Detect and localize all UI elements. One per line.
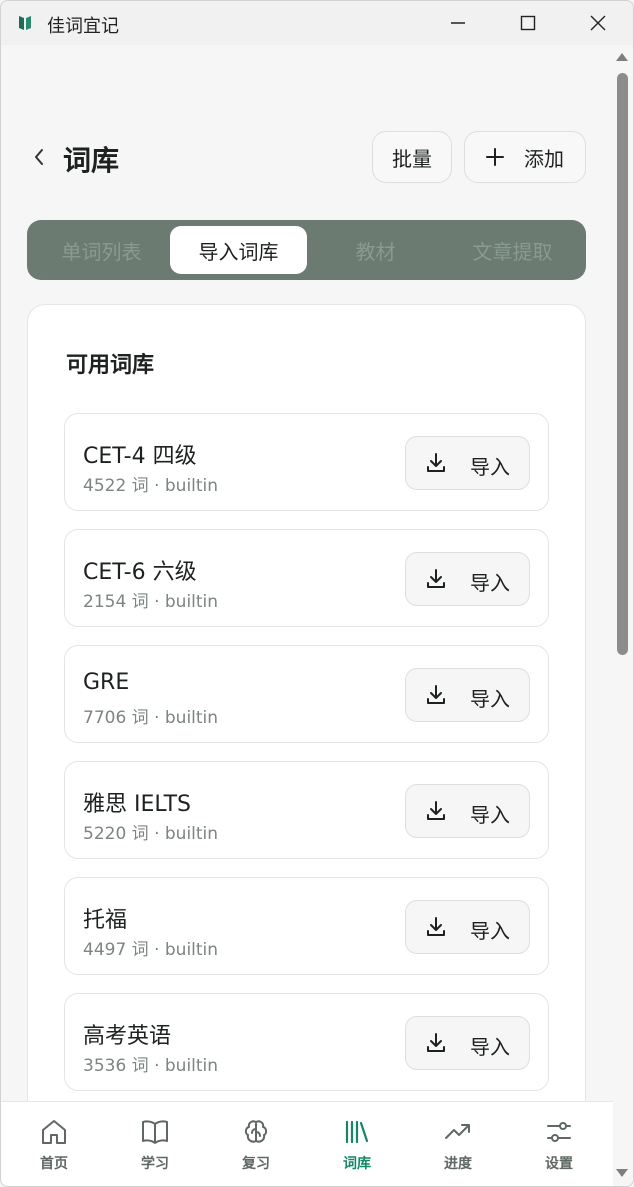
batch-button-label: 批量 [392,146,432,171]
plus-icon [486,148,504,166]
download-icon [427,917,445,936]
import-button-label: 导入 [470,919,510,943]
library-card-title: 可用词库 [66,353,155,378]
chevron-left-icon [35,149,43,165]
scrollbar-thumb[interactable] [617,73,628,655]
bottom-nav: 首页 学习 复习 词库 进度 设置 [1,1101,613,1186]
import-button[interactable]: 导入 [405,900,530,954]
download-icon [427,569,445,588]
library-name: CET-4 四级 [83,444,197,469]
import-button[interactable]: 导入 [405,668,530,722]
minimize-icon [451,22,465,24]
library-card: 可用词库 CET-4 四级 4522 词 · builtin 导入 CET-6 … [27,304,586,1101]
home-icon [42,1120,66,1144]
import-button-label: 导入 [470,455,510,479]
import-button[interactable]: 导入 [405,436,530,490]
tab-bar: 单词列表 导入词库 教材 文章提取 [27,220,586,280]
library-meta: 2154 词 · builtin [83,592,219,612]
library-name: 托福 [83,908,128,933]
app-logo-icon [19,16,31,30]
import-button-label: 导入 [470,571,510,595]
nav-label: 学习 [141,1156,169,1172]
import-button[interactable]: 导入 [405,1016,530,1070]
nav-progress[interactable]: 进度 [407,1102,509,1186]
nav-label: 复习 [242,1156,270,1172]
import-button-label: 导入 [470,1035,510,1059]
nav-settings[interactable]: 设置 [508,1102,610,1186]
tab-word-list[interactable]: 单词列表 [33,226,170,274]
library-meta: 7706 词 · builtin [83,708,219,728]
nav-label: 进度 [444,1156,472,1172]
list-item: 雅思 IELTS 5220 词 · builtin 导入 [64,761,549,859]
library-name: GRE [83,670,130,695]
library-name: 高考英语 [83,1024,172,1049]
minimize-button[interactable] [423,1,493,45]
nav-label: 词库 [343,1156,371,1172]
close-icon [590,15,606,31]
maximize-icon [520,15,536,31]
list-item: GRE 7706 词 · builtin 导入 [64,645,549,743]
close-button[interactable] [563,1,633,45]
download-icon [427,685,445,704]
page-title: 词库 [63,144,120,177]
library-meta: 5220 词 · builtin [83,824,219,844]
add-button[interactable]: 添加 [464,131,586,183]
tab-textbook[interactable]: 教材 [307,226,444,274]
import-button[interactable]: 导入 [405,552,530,606]
nav-label: 设置 [545,1156,573,1172]
brain-icon [244,1120,268,1143]
download-icon [427,453,445,472]
app-window: 佳词宜记 词库 批量 添加 单词列表 导入词库 教材 文章提取 可用词库 CET… [0,0,634,1187]
library-icon [345,1120,369,1144]
library-name: CET-6 六级 [83,560,197,585]
window-title: 佳词宜记 [47,16,119,37]
download-icon [427,1033,445,1052]
library-meta: 3536 词 · builtin [83,1056,219,1076]
import-button-label: 导入 [470,687,510,711]
library-meta: 4522 词 · builtin [83,476,219,496]
list-item: CET-4 四级 4522 词 · builtin 导入 [64,413,549,511]
list-item: 托福 4497 词 · builtin 导入 [64,877,549,975]
nav-home[interactable]: 首页 [3,1102,105,1186]
library-name: 雅思 IELTS [83,792,192,817]
list-item: 高考英语 3536 词 · builtin 导入 [64,993,549,1091]
scroll-up-arrow-icon[interactable] [615,51,629,63]
book-icon [142,1120,168,1144]
main-content: 词库 批量 添加 单词列表 导入词库 教材 文章提取 可用词库 CET-4 四级… [1,45,613,1101]
nav-review[interactable]: 复习 [205,1102,307,1186]
nav-label: 首页 [40,1156,68,1172]
list-item: CET-6 六级 2154 词 · builtin 导入 [64,529,549,627]
maximize-button[interactable] [493,1,563,45]
download-icon [427,801,445,820]
trend-icon [445,1124,470,1139]
scroll-down-arrow-icon[interactable] [615,1167,629,1179]
nav-study[interactable]: 学习 [104,1102,206,1186]
tab-import-library[interactable]: 导入词库 [170,226,307,274]
import-button-label: 导入 [470,803,510,827]
import-button[interactable]: 导入 [405,784,530,838]
back-button[interactable] [27,143,51,171]
nav-library[interactable]: 词库 [306,1102,408,1186]
tab-article-extract[interactable]: 文章提取 [444,226,581,274]
title-bar[interactable]: 佳词宜记 [1,1,633,45]
add-button-label: 添加 [524,146,564,171]
library-meta: 4497 词 · builtin [83,940,219,960]
sliders-icon [547,1122,571,1142]
batch-button[interactable]: 批量 [372,131,452,183]
